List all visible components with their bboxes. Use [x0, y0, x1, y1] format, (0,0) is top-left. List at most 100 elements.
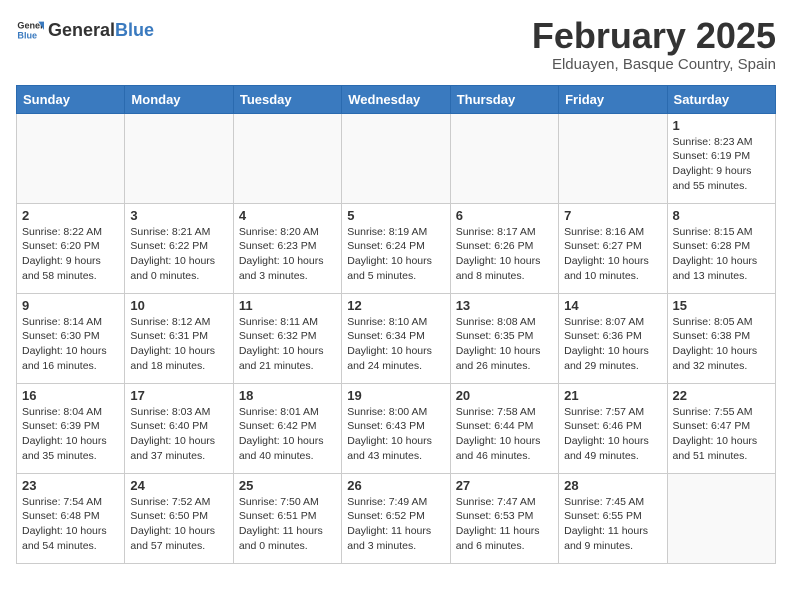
calendar-cell [233, 113, 341, 203]
day-info: Sunrise: 8:22 AM Sunset: 6:20 PM Dayligh… [22, 225, 119, 284]
calendar-cell: 24Sunrise: 7:52 AM Sunset: 6:50 PM Dayli… [125, 473, 233, 563]
calendar-cell: 25 Sunrise: 7:50 AM Sunset: 6:51 PM Dayli… [233, 473, 341, 563]
calendar-cell: 1 Sunrise: 8:23 AM Sunset: 6:19 PM Daylig… [667, 113, 775, 203]
day-info: Sunrise: 8:20 AM Sunset: 6:23 PM Dayligh… [239, 225, 336, 284]
day-number: 17 [130, 388, 227, 403]
calendar-cell: 12 Sunrise: 8:10 AM Sunset: 6:34 PM Dayli… [342, 293, 450, 383]
calendar-cell: 21 Sunrise: 7:57 AM Sunset: 6:46 PM Dayli… [559, 383, 667, 473]
day-number: 28 [564, 478, 661, 493]
day-info: Sunrise: 8:07 AM Sunset: 6:36 PM Dayligh… [564, 315, 661, 374]
day-number: 27 [456, 478, 553, 493]
calendar-cell: 4 Sunrise: 8:20 AM Sunset: 6:23 PM Daylig… [233, 203, 341, 293]
calendar-cell: 20Sunrise: 7:58 AM Sunset: 6:44 PM Dayli… [450, 383, 558, 473]
calendar-cell: 6Sunrise: 8:17 AM Sunset: 6:26 PM Daylig… [450, 203, 558, 293]
day-info: Sunrise: 8:12 AM Sunset: 6:31 PM Dayligh… [130, 315, 227, 374]
calendar-cell [559, 113, 667, 203]
calendar-cell: 16Sunrise: 8:04 AM Sunset: 6:39 PM Dayli… [17, 383, 125, 473]
day-info: Sunrise: 8:15 AM Sunset: 6:28 PM Dayligh… [673, 225, 770, 284]
day-info: Sunrise: 8:01 AM Sunset: 6:42 PM Dayligh… [239, 405, 336, 464]
calendar-week-4: 16Sunrise: 8:04 AM Sunset: 6:39 PM Dayli… [17, 383, 776, 473]
day-number: 15 [673, 298, 770, 313]
day-number: 9 [22, 298, 119, 313]
calendar-week-3: 9Sunrise: 8:14 AM Sunset: 6:30 PM Daylig… [17, 293, 776, 383]
weekday-header-friday: Friday [559, 85, 667, 113]
day-number: 13 [456, 298, 553, 313]
day-number: 11 [239, 298, 336, 313]
day-number: 26 [347, 478, 444, 493]
weekday-header-thursday: Thursday [450, 85, 558, 113]
calendar-cell: 17 Sunrise: 8:03 AM Sunset: 6:40 PM Dayli… [125, 383, 233, 473]
day-info: Sunrise: 7:55 AM Sunset: 6:47 PM Dayligh… [673, 405, 770, 464]
day-number: 16 [22, 388, 119, 403]
calendar-cell: 14 Sunrise: 8:07 AM Sunset: 6:36 PM Dayli… [559, 293, 667, 383]
day-info: Sunrise: 8:03 AM Sunset: 6:40 PM Dayligh… [130, 405, 227, 464]
calendar-cell [125, 113, 233, 203]
svg-text:Blue: Blue [17, 30, 37, 40]
calendar-cell [342, 113, 450, 203]
calendar-table: SundayMondayTuesdayWednesdayThursdayFrid… [16, 85, 776, 564]
calendar-week-2: 2 Sunrise: 8:22 AM Sunset: 6:20 PM Daylig… [17, 203, 776, 293]
day-info: Sunrise: 8:00 AM Sunset: 6:43 PM Dayligh… [347, 405, 444, 464]
day-number: 1 [673, 118, 770, 133]
day-number: 18 [239, 388, 336, 403]
calendar-cell: 13 Sunrise: 8:08 AM Sunset: 6:35 PM Dayli… [450, 293, 558, 383]
day-number: 7 [564, 208, 661, 223]
calendar-cell: 2 Sunrise: 8:22 AM Sunset: 6:20 PM Daylig… [17, 203, 125, 293]
day-number: 8 [673, 208, 770, 223]
logo-icon: General Blue [16, 16, 44, 44]
calendar-cell: 9Sunrise: 8:14 AM Sunset: 6:30 PM Daylig… [17, 293, 125, 383]
calendar-cell: 23 Sunrise: 7:54 AM Sunset: 6:48 PM Dayli… [17, 473, 125, 563]
weekday-header-monday: Monday [125, 85, 233, 113]
day-info: Sunrise: 8:08 AM Sunset: 6:35 PM Dayligh… [456, 315, 553, 374]
logo-text-blue: Blue [115, 20, 154, 41]
day-number: 23 [22, 478, 119, 493]
day-number: 4 [239, 208, 336, 223]
title-area: February 2025 Elduayen, Basque Country, … [532, 16, 776, 73]
day-info: Sunrise: 8:16 AM Sunset: 6:27 PM Dayligh… [564, 225, 661, 284]
weekday-header-saturday: Saturday [667, 85, 775, 113]
calendar-cell: 10Sunrise: 8:12 AM Sunset: 6:31 PM Dayli… [125, 293, 233, 383]
day-number: 3 [130, 208, 227, 223]
day-info: Sunrise: 8:19 AM Sunset: 6:24 PM Dayligh… [347, 225, 444, 284]
day-info: Sunrise: 7:47 AM Sunset: 6:53 PM Dayligh… [456, 495, 553, 554]
day-info: Sunrise: 7:57 AM Sunset: 6:46 PM Dayligh… [564, 405, 661, 464]
day-info: Sunrise: 8:10 AM Sunset: 6:34 PM Dayligh… [347, 315, 444, 374]
day-info: Sunrise: 7:49 AM Sunset: 6:52 PM Dayligh… [347, 495, 444, 554]
day-info: Sunrise: 7:54 AM Sunset: 6:48 PM Dayligh… [22, 495, 119, 554]
page-header: General Blue GeneralBlue February 2025 E… [16, 16, 776, 73]
calendar-cell: 3 Sunrise: 8:21 AM Sunset: 6:22 PM Daylig… [125, 203, 233, 293]
day-number: 12 [347, 298, 444, 313]
calendar-week-1: 1 Sunrise: 8:23 AM Sunset: 6:19 PM Daylig… [17, 113, 776, 203]
day-number: 21 [564, 388, 661, 403]
day-number: 25 [239, 478, 336, 493]
calendar-week-5: 23 Sunrise: 7:54 AM Sunset: 6:48 PM Dayli… [17, 473, 776, 563]
weekday-header-row: SundayMondayTuesdayWednesdayThursdayFrid… [17, 85, 776, 113]
calendar-cell: 15 Sunrise: 8:05 AM Sunset: 6:38 PM Dayli… [667, 293, 775, 383]
day-number: 14 [564, 298, 661, 313]
calendar-cell: 5Sunrise: 8:19 AM Sunset: 6:24 PM Daylig… [342, 203, 450, 293]
calendar-cell: 28 Sunrise: 7:45 AM Sunset: 6:55 PM Dayli… [559, 473, 667, 563]
location-title: Elduayen, Basque Country, Spain [532, 56, 776, 73]
day-info: Sunrise: 8:23 AM Sunset: 6:19 PM Dayligh… [673, 135, 770, 194]
logo: General Blue GeneralBlue [16, 16, 154, 44]
calendar-cell: 26 Sunrise: 7:49 AM Sunset: 6:52 PM Dayli… [342, 473, 450, 563]
weekday-header-wednesday: Wednesday [342, 85, 450, 113]
day-info: Sunrise: 7:50 AM Sunset: 6:51 PM Dayligh… [239, 495, 336, 554]
calendar-cell: 22 Sunrise: 7:55 AM Sunset: 6:47 PM Dayli… [667, 383, 775, 473]
calendar-cell: 27 Sunrise: 7:47 AM Sunset: 6:53 PM Dayli… [450, 473, 558, 563]
calendar-cell [667, 473, 775, 563]
calendar-cell [450, 113, 558, 203]
day-info: Sunrise: 8:21 AM Sunset: 6:22 PM Dayligh… [130, 225, 227, 284]
day-number: 19 [347, 388, 444, 403]
day-info: Sunrise: 8:11 AM Sunset: 6:32 PM Dayligh… [239, 315, 336, 374]
weekday-header-tuesday: Tuesday [233, 85, 341, 113]
day-info: Sunrise: 8:05 AM Sunset: 6:38 PM Dayligh… [673, 315, 770, 374]
day-info: Sunrise: 7:58 AM Sunset: 6:44 PM Dayligh… [456, 405, 553, 464]
day-number: 22 [673, 388, 770, 403]
day-number: 24 [130, 478, 227, 493]
calendar-cell: 18 Sunrise: 8:01 AM Sunset: 6:42 PM Dayli… [233, 383, 341, 473]
calendar-cell: 11 Sunrise: 8:11 AM Sunset: 6:32 PM Dayli… [233, 293, 341, 383]
day-number: 2 [22, 208, 119, 223]
weekday-header-sunday: Sunday [17, 85, 125, 113]
day-info: Sunrise: 7:45 AM Sunset: 6:55 PM Dayligh… [564, 495, 661, 554]
